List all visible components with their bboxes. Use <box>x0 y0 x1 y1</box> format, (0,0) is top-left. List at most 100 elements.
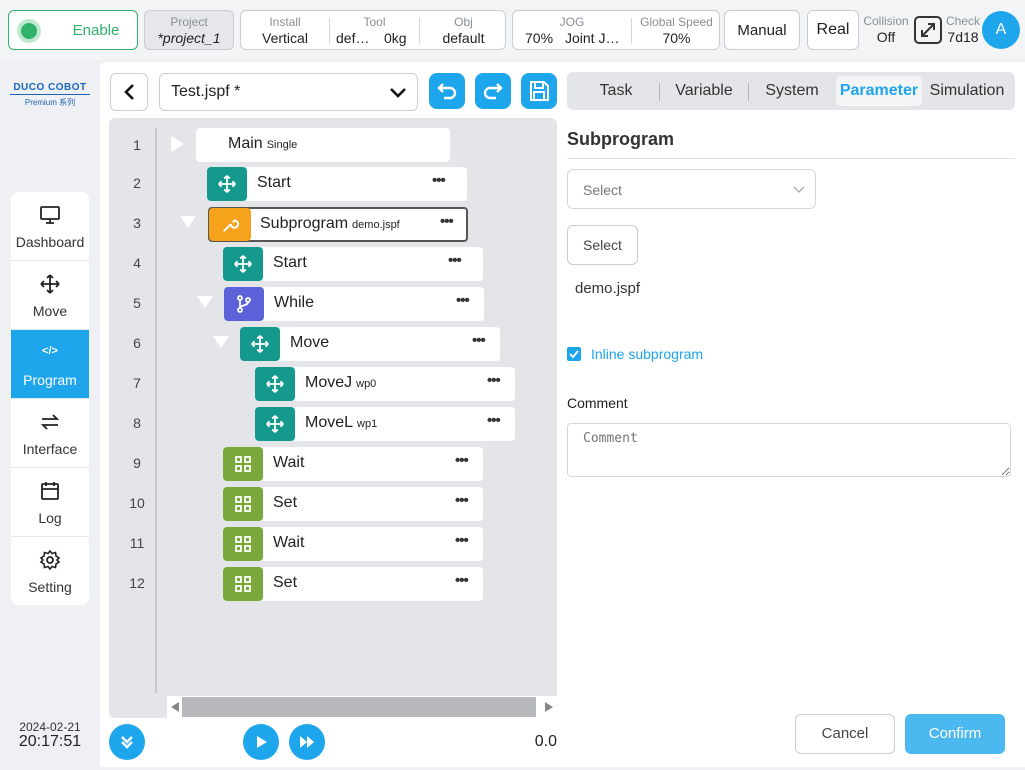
collapse-triangle-icon[interactable] <box>213 336 229 348</box>
inline-checkbox[interactable] <box>567 347 581 361</box>
real-mode-button[interactable]: Real <box>807 10 859 50</box>
tree-node-subprogram[interactable]: Subprogram demo.jspf ••• <box>208 207 468 242</box>
project-caption: Project <box>170 15 208 29</box>
comment-field[interactable] <box>567 423 1011 477</box>
line-number: 9 <box>133 455 141 471</box>
tree-node-set[interactable]: Set ••• <box>223 567 483 601</box>
file-select[interactable]: Test.jspf * <box>159 73 418 111</box>
manual-mode-button[interactable]: Manual <box>724 10 800 50</box>
comment-label: Comment <box>567 395 628 411</box>
more-menu-icon[interactable]: ••• <box>432 172 446 189</box>
install-caption: Install <box>269 15 301 29</box>
tool-name: def… <box>336 30 370 46</box>
tree-node-while[interactable]: While ••• <box>224 287 484 321</box>
back-button[interactable] <box>110 73 148 111</box>
tab-parameter[interactable]: Parameter <box>836 76 922 106</box>
tab-system[interactable]: System <box>754 76 830 106</box>
horizontal-scrollbar[interactable] <box>167 696 557 718</box>
jog-cell[interactable]: JOG 70% Joint J… <box>513 11 631 49</box>
sidebar-item-label: Dashboard <box>15 234 85 250</box>
step-forward-button[interactable] <box>289 724 325 760</box>
double-chevron-down-icon <box>121 736 133 749</box>
more-menu-icon[interactable]: ••• <box>455 532 469 549</box>
panel-title: Subprogram <box>567 129 675 149</box>
more-menu-icon[interactable]: ••• <box>455 492 469 509</box>
tree-node-move[interactable]: Move ••• <box>240 327 500 361</box>
more-menu-icon[interactable]: ••• <box>455 572 469 589</box>
sidebar-item-move[interactable]: Move <box>11 261 89 330</box>
sidebar-item-log[interactable]: Log <box>11 468 89 537</box>
tree-node-movej[interactable]: MoveJ wp0 ••• <box>255 367 515 401</box>
tree-gutter-line <box>155 128 157 693</box>
obj-value: default <box>442 30 485 46</box>
collapse-triangle-icon[interactable] <box>180 216 196 228</box>
global-speed-value: 70% <box>662 30 691 46</box>
tab-simulation[interactable]: Simulation <box>926 76 1008 106</box>
jog-speed-group: JOG 70% Joint J… Global Speed 70% <box>512 10 720 50</box>
tree-node-wait[interactable]: Wait ••• <box>223 447 483 481</box>
global-speed-cell[interactable]: Global Speed 70% <box>632 11 721 49</box>
inline-checkbox-label[interactable]: Inline subprogram <box>591 346 703 362</box>
sidebar-item-interface[interactable]: Interface <box>11 399 89 468</box>
install-cell[interactable]: Install Vertical <box>241 11 329 49</box>
more-menu-icon[interactable]: ••• <box>472 332 486 349</box>
collision-status[interactable]: Collision Off <box>861 10 911 50</box>
tab-variable[interactable]: Variable <box>665 76 743 106</box>
cancel-label: Cancel <box>821 725 869 742</box>
line-number: 2 <box>133 175 141 191</box>
more-menu-icon[interactable]: ••• <box>456 292 470 309</box>
chevron-down-icon <box>793 186 805 193</box>
node-label: Subprogram <box>260 215 349 232</box>
more-menu-icon[interactable]: ••• <box>440 213 454 230</box>
subprogram-select[interactable]: Select <box>567 169 816 209</box>
move-icon <box>255 367 295 401</box>
brand-sub: Premium 系列 <box>24 98 76 107</box>
scroll-thumb[interactable] <box>182 697 536 717</box>
brand-name: DUCO COBOT <box>10 82 90 95</box>
project-selector[interactable]: Project *project_1 <box>144 10 234 50</box>
obj-cell[interactable]: Obj default <box>420 11 507 49</box>
collapse-all-button[interactable] <box>109 724 145 760</box>
tool-cell[interactable]: Tool def… 0kg <box>330 11 419 49</box>
sidebar-item-setting[interactable]: Setting <box>11 537 89 605</box>
swap-icon <box>40 414 60 430</box>
tab-task[interactable]: Task <box>578 76 654 106</box>
more-menu-icon[interactable]: ••• <box>487 372 501 389</box>
collapse-triangle-icon[interactable] <box>197 296 213 308</box>
confirm-button[interactable]: Confirm <box>905 714 1005 754</box>
check-status[interactable]: Check 7d18 <box>943 10 983 50</box>
select-file-button[interactable]: Select <box>567 225 638 265</box>
play-button[interactable] <box>243 724 279 760</box>
scroll-left-arrow[interactable] <box>171 702 179 712</box>
tree-node-set[interactable]: Set ••• <box>223 487 483 521</box>
calendar-icon <box>41 482 59 500</box>
sidebar-item-dashboard[interactable]: Dashboard <box>11 192 89 261</box>
tree-node-start[interactable]: Start ••• <box>223 247 483 281</box>
speed-value: 0.0 <box>534 733 557 750</box>
chevron-left-icon <box>124 84 134 100</box>
tree-node-start[interactable]: Start ••• <box>207 167 467 201</box>
sidebar-item-label: Program <box>23 372 77 388</box>
check-value: 7d18 <box>947 29 979 45</box>
gear-icon <box>39 549 61 571</box>
play-triangle-icon[interactable] <box>171 136 184 152</box>
avatar[interactable]: A <box>982 11 1020 49</box>
select-placeholder: Select <box>583 182 622 198</box>
cancel-button[interactable]: Cancel <box>795 714 895 754</box>
fullscreen-icon[interactable] <box>914 16 942 44</box>
line-number: 7 <box>133 375 141 391</box>
enable-button[interactable]: Enable <box>8 10 138 50</box>
undo-icon <box>437 83 457 100</box>
save-button[interactable] <box>521 73 557 109</box>
sidebar-item-program[interactable]: </> Program <box>11 330 89 399</box>
tree-node-main[interactable]: Main Single <box>196 128 450 162</box>
more-menu-icon[interactable]: ••• <box>455 452 469 469</box>
more-menu-icon[interactable]: ••• <box>448 252 462 269</box>
tree-node-movel[interactable]: MoveL wp1 ••• <box>255 407 515 441</box>
scroll-right-arrow[interactable] <box>545 702 553 712</box>
more-menu-icon[interactable]: ••• <box>487 412 501 429</box>
grid-icon <box>223 567 263 601</box>
undo-button[interactable] <box>429 73 465 109</box>
tree-node-wait[interactable]: Wait ••• <box>223 527 483 561</box>
redo-button[interactable] <box>475 73 511 109</box>
